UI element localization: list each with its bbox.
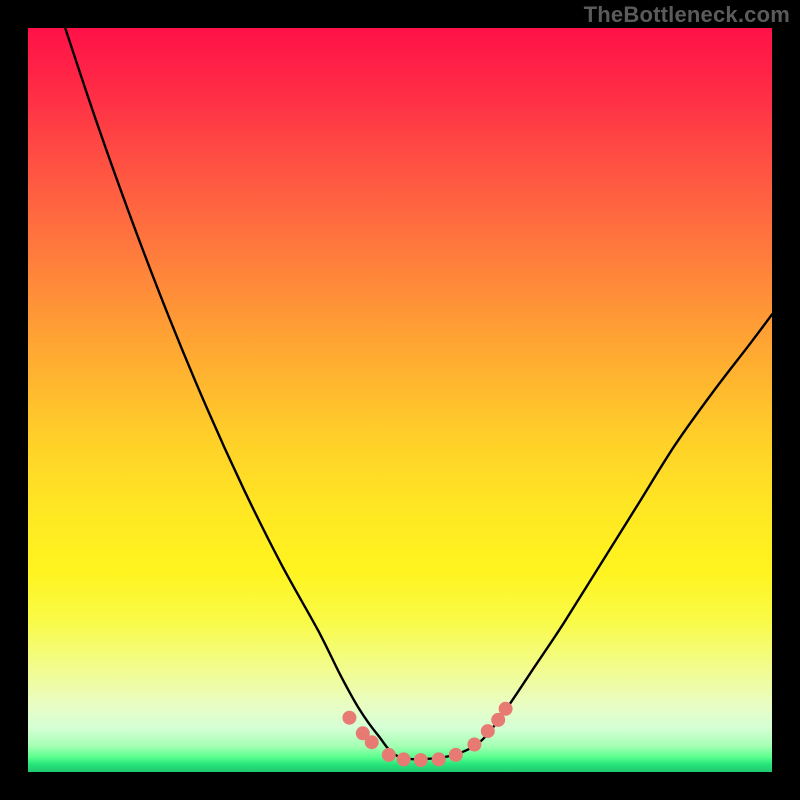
bottleneck-curve bbox=[65, 28, 772, 759]
trough-dot bbox=[397, 752, 411, 766]
curve-svg bbox=[28, 28, 772, 772]
trough-dot bbox=[467, 738, 481, 752]
trough-dot bbox=[449, 748, 463, 762]
trough-dot bbox=[499, 702, 513, 716]
trough-dot bbox=[365, 735, 379, 749]
trough-dot bbox=[414, 753, 428, 767]
trough-dots bbox=[342, 702, 512, 767]
trough-dot bbox=[342, 711, 356, 725]
watermark-text: TheBottleneck.com bbox=[584, 4, 790, 26]
trough-dot bbox=[382, 748, 396, 762]
chart-frame: TheBottleneck.com bbox=[0, 0, 800, 800]
plot-area bbox=[28, 28, 772, 772]
trough-dot bbox=[481, 724, 495, 738]
trough-dot bbox=[432, 752, 446, 766]
